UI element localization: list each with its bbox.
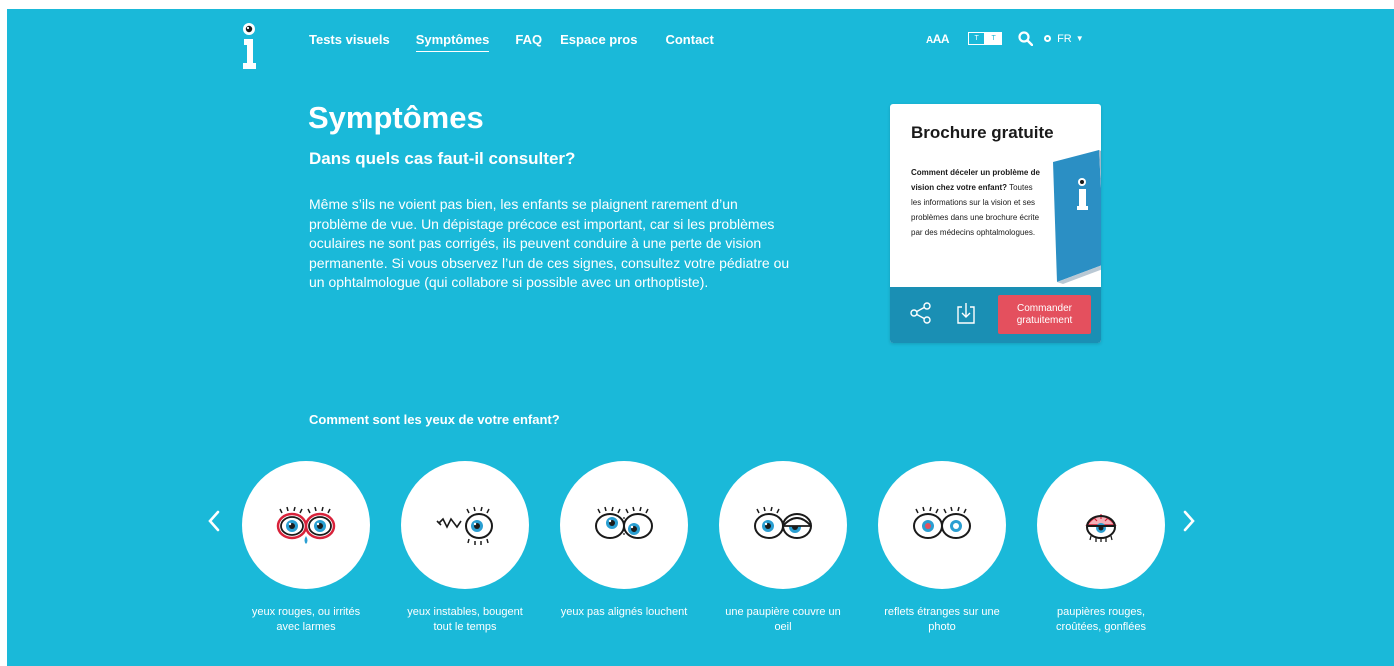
symptom-circle[interactable]	[401, 461, 529, 589]
symptom-item-strange-reflection[interactable]: reflets étranges sur une photo	[878, 461, 1006, 635]
contrast-normal[interactable]: T	[968, 32, 986, 45]
main-nav: Tests visuels Symptômes FAQ Espace pros …	[309, 32, 740, 52]
symptom-item-red-teary-eyes[interactable]: yeux rouges, ou irrités avec larmes	[242, 461, 370, 635]
language-select[interactable]: FR ▼	[1044, 33, 1084, 45]
brochure-book-image	[1053, 150, 1101, 284]
brochure-actions: Commander gratuitement	[890, 287, 1101, 343]
symptom-label: yeux rouges, ou irrités avec larmes	[251, 606, 361, 633]
nav-contact[interactable]: Contact	[665, 32, 713, 52]
globe-icon	[1044, 35, 1052, 42]
misaligned-eyes-icon	[595, 506, 653, 539]
chevron-left-icon[interactable]	[207, 509, 221, 533]
symptom-item-misaligned-eyes[interactable]: yeux pas alignés louchent	[560, 461, 688, 620]
header-tools: AAA T T FR ▼	[926, 31, 1084, 46]
symptom-label: yeux pas alignés louchent	[560, 606, 688, 618]
red-teary-eyes-icon	[276, 506, 336, 544]
info-eye-logo-icon[interactable]	[240, 22, 258, 72]
nav-faq[interactable]: FAQ	[515, 32, 542, 52]
symptom-circle[interactable]	[719, 461, 847, 589]
symptom-circle[interactable]	[878, 461, 1006, 589]
language-label: FR	[1057, 32, 1072, 45]
contrast-high[interactable]: T	[985, 32, 1003, 45]
share-icon[interactable]	[910, 302, 932, 324]
symptoms-section-title: Comment sont les yeux de votre enfant?	[309, 412, 560, 427]
font-size-toggle[interactable]: AAA	[926, 32, 950, 46]
red-eyelid-icon	[1085, 514, 1117, 542]
droopy-eyelid-icon	[754, 506, 812, 539]
unstable-eyes-icon	[436, 506, 493, 545]
symptom-circle[interactable]	[1037, 461, 1165, 589]
contrast-toggle[interactable]: T T	[968, 32, 1003, 45]
order-brochure-button[interactable]: Commander gratuitement	[998, 295, 1091, 334]
symptom-label: reflets étranges sur une photo	[884, 606, 1000, 633]
nav-symptomes[interactable]: Symptômes	[415, 32, 490, 52]
symptom-circle[interactable]	[242, 461, 370, 589]
nav-espace-pros[interactable]: Espace pros	[560, 32, 637, 52]
intro-text: Même s’ils ne voient pas bien, les enfan…	[309, 196, 790, 290]
symptom-label: yeux instables, bougent tout le temps	[407, 606, 523, 633]
download-icon[interactable]	[956, 301, 976, 325]
brochure-description: Comment déceler un problème de vision ch…	[911, 165, 1041, 240]
symptom-item-unstable-eyes[interactable]: yeux instables, bougent tout le temps	[401, 461, 529, 635]
chevron-down-icon: ▼	[1075, 34, 1084, 43]
symptom-item-droopy-eyelid[interactable]: une paupière couvre un oeil	[719, 461, 847, 635]
symptom-circle[interactable]	[560, 461, 688, 589]
nav-tests-visuels[interactable]: Tests visuels	[309, 32, 390, 52]
symptom-item-red-eyelid[interactable]: paupières rouges, croûtées, gonflées	[1037, 461, 1165, 635]
strange-reflection-icon	[913, 506, 971, 539]
chevron-right-icon[interactable]	[1182, 509, 1196, 533]
page-subtitle: Dans quels cas faut-il consulter?	[309, 149, 576, 168]
symptom-label: paupières rouges, croûtées, gonflées	[1056, 606, 1146, 633]
page-title: Symptômes	[308, 100, 484, 135]
symptom-label: une paupière couvre un oeil	[725, 606, 841, 633]
brochure-card: Brochure gratuite Comment déceler un pro…	[890, 104, 1101, 343]
page: Tests visuels Symptômes FAQ Espace pros …	[7, 9, 1394, 666]
search-icon[interactable]	[1018, 31, 1034, 46]
brochure-title: Brochure gratuite	[911, 123, 1054, 142]
